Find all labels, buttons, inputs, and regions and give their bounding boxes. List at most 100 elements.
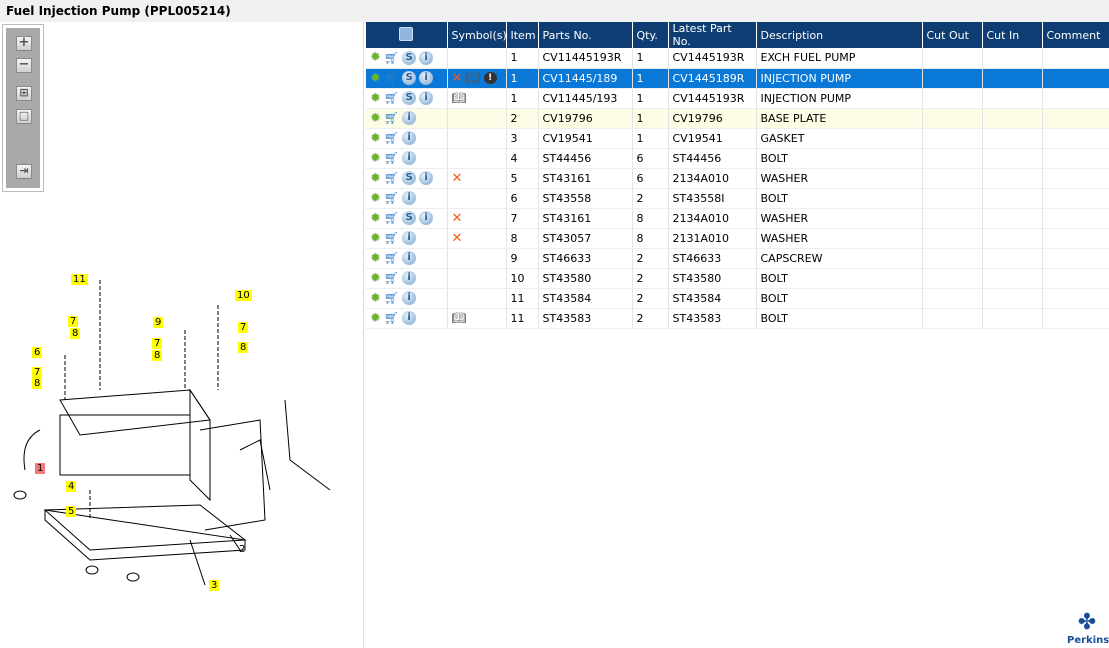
callout[interactable]: 7 xyxy=(152,338,163,349)
gear-icon[interactable]: ✹ xyxy=(370,291,381,306)
cart-icon[interactable]: 🛒︎ xyxy=(384,251,399,265)
table-row[interactable]: ✹ 🛒︎ Si ✕ 7 ST43161 8 2134A010 WASHER xyxy=(366,208,1109,229)
table-row[interactable]: ✹ 🛒︎ Si 1 CV11445193R 1 CV1445193R EXCH FUEL PU… xyxy=(366,48,1109,69)
info-icon[interactable]: i xyxy=(402,291,417,305)
supersession-icon[interactable]: S xyxy=(402,50,417,65)
cart-icon[interactable]: 🛒︎ xyxy=(384,71,399,85)
gear-icon[interactable]: ✹ xyxy=(370,271,381,286)
column-header[interactable]: Parts No. xyxy=(538,22,633,48)
cart-icon[interactable]: 🛒︎ xyxy=(384,131,399,145)
info-icon[interactable]: i xyxy=(402,151,417,165)
cell-part: ST43161 xyxy=(538,168,633,189)
export-button[interactable]: ⇥ xyxy=(16,164,32,179)
gear-icon[interactable]: ✹ xyxy=(370,211,381,226)
callout[interactable]: 10 xyxy=(235,290,252,301)
table-row[interactable]: ✹ 🛒︎ Si ✕ 5 ST43161 6 2134A010 WASHER xyxy=(366,168,1109,189)
book-search-icon[interactable]: 📖︎ xyxy=(452,91,467,105)
table-row[interactable]: ✹ 🛒︎ i 11 ST43584 2 ST43584 BOLT xyxy=(366,288,1109,309)
callout[interactable]: 3 xyxy=(209,580,220,591)
table-row[interactable]: ✹ 🛒︎ i 6 ST43558 2 ST43558I BOLT xyxy=(366,188,1109,209)
supersession-icon[interactable]: S xyxy=(402,71,417,85)
column-header[interactable]: Comment xyxy=(1042,22,1109,48)
table-row[interactable]: ✹ 🛒︎ i 3 CV19541 1 CV19541 GASKET xyxy=(366,128,1109,149)
info-icon[interactable]: i xyxy=(402,271,417,285)
find-icon[interactable] xyxy=(399,26,414,41)
column-header[interactable]: Symbol(s) xyxy=(447,22,507,48)
table-row[interactable]: ✹ 🛒︎ Si ✕ 📖︎! 1 CV11445/189 1 CV1445189R INJECTIO… xyxy=(366,68,1109,89)
gear-icon[interactable]: ✹ xyxy=(370,171,381,186)
info-icon[interactable]: i xyxy=(419,91,434,105)
zoom-out-button[interactable]: − xyxy=(16,58,32,73)
callout[interactable]: 9 xyxy=(153,317,164,328)
table-row[interactable]: ✹ 🛒︎ i 4 ST44456 6 ST44456 BOLT xyxy=(366,148,1109,169)
gear-icon[interactable]: ✹ xyxy=(370,231,381,246)
fit-view-button[interactable]: ⊞ xyxy=(16,86,32,101)
gear-icon[interactable]: ✹ xyxy=(370,71,381,86)
callout[interactable]: 4 xyxy=(66,481,77,492)
info-icon[interactable]: i xyxy=(402,251,417,265)
cart-icon[interactable]: 🛒︎ xyxy=(384,271,399,285)
cart-icon[interactable]: 🛒︎ xyxy=(384,111,399,125)
callout[interactable]: 11 xyxy=(71,274,88,285)
cart-icon[interactable]: 🛒︎ xyxy=(384,151,399,165)
supersession-icon[interactable]: S xyxy=(402,91,417,105)
callout[interactable]: 8 xyxy=(32,378,43,389)
info-icon[interactable]: i xyxy=(402,191,417,205)
info-icon[interactable]: i xyxy=(402,311,417,325)
callout[interactable]: 8 xyxy=(152,350,163,361)
book-search-icon[interactable]: 📖︎ xyxy=(465,71,480,85)
gear-icon[interactable]: ✹ xyxy=(370,251,381,266)
callout[interactable]: 5 xyxy=(66,506,77,517)
info-icon[interactable]: i xyxy=(419,71,434,85)
actual-size-button[interactable]: □ xyxy=(16,109,32,124)
callout[interactable]: 8 xyxy=(238,342,249,353)
cell-latest: CV1445193R xyxy=(668,48,757,69)
cart-icon[interactable]: 🛒︎ xyxy=(384,311,399,325)
callout[interactable]: 2 xyxy=(237,544,247,555)
info-icon[interactable]: i xyxy=(402,131,417,145)
cart-icon[interactable]: 🛒︎ xyxy=(384,291,399,305)
cart-icon[interactable]: 🛒︎ xyxy=(384,91,399,105)
info-icon[interactable]: i xyxy=(419,50,434,65)
table-row[interactable]: ✹ 🛒︎ i 📖︎ 11 ST43583 2 ST43583 BOLT xyxy=(366,308,1109,329)
info-icon[interactable]: i xyxy=(402,111,417,125)
book-search-icon[interactable]: 📖︎ xyxy=(452,311,467,325)
supersession-icon[interactable]: S xyxy=(402,171,417,185)
callout[interactable]: 8 xyxy=(70,328,81,339)
gear-icon[interactable]: ✹ xyxy=(370,311,381,326)
table-row[interactable]: ✹ 🛒︎ i 10 ST43580 2 ST43580 BOLT xyxy=(366,268,1109,289)
callout[interactable]: 7 xyxy=(238,322,249,333)
cart-icon[interactable]: 🛒︎ xyxy=(384,211,399,225)
cart-icon[interactable]: 🛒︎ xyxy=(384,51,399,65)
callout[interactable]: 7 xyxy=(32,367,43,378)
gear-icon[interactable]: ✹ xyxy=(370,91,381,106)
callout[interactable]: 7 xyxy=(68,316,79,327)
callout-selected[interactable]: 1 xyxy=(35,463,46,474)
info-icon[interactable]: i xyxy=(419,211,434,225)
column-header[interactable]: Qty. xyxy=(632,22,669,48)
table-row[interactable]: ✹ 🛒︎ i 2 CV19796 1 CV19796 BASE PLATE xyxy=(366,108,1109,129)
cart-icon[interactable]: 🛒︎ xyxy=(384,171,399,185)
info-icon[interactable]: i xyxy=(419,171,434,185)
zoom-in-button[interactable]: + xyxy=(16,36,32,51)
alert-icon[interactable]: ! xyxy=(483,72,497,84)
gear-icon[interactable]: ✹ xyxy=(370,151,381,166)
column-header[interactable]: Cut In xyxy=(982,22,1043,48)
column-header[interactable]: Cut Out xyxy=(922,22,983,48)
table-row[interactable]: ✹ 🛒︎ i 9 ST46633 2 ST46633 CAPSCREW xyxy=(366,248,1109,269)
info-icon[interactable]: i xyxy=(402,231,417,245)
column-header[interactable]: Description xyxy=(756,22,923,48)
table-row[interactable]: ✹ 🛒︎ Si 📖︎ 1 CV11445/193 1 CV1445193R INJECTION … xyxy=(366,88,1109,109)
cart-icon[interactable]: 🛒︎ xyxy=(384,191,399,205)
column-header-find[interactable] xyxy=(366,22,448,48)
column-header[interactable]: Latest Part No. xyxy=(668,22,757,48)
gear-icon[interactable]: ✹ xyxy=(370,191,381,206)
gear-icon[interactable]: ✹ xyxy=(370,50,381,65)
column-header[interactable]: Item xyxy=(506,22,539,48)
supersession-icon[interactable]: S xyxy=(402,211,417,225)
gear-icon[interactable]: ✹ xyxy=(370,111,381,126)
callout[interactable]: 6 xyxy=(32,347,43,358)
table-row[interactable]: ✹ 🛒︎ i ✕ 8 ST43057 8 2131A010 WASHER xyxy=(366,228,1109,249)
gear-icon[interactable]: ✹ xyxy=(370,131,381,146)
cart-icon[interactable]: 🛒︎ xyxy=(384,231,399,245)
